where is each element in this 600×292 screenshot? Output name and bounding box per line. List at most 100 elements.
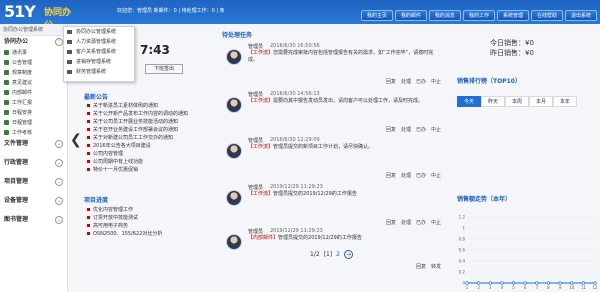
sidebar-item-reports[interactable]: 工作汇报 xyxy=(0,98,67,108)
task-tag: 【内部邮件】 xyxy=(248,235,279,241)
reply-button[interactable]: 回复 xyxy=(386,219,396,226)
list-item[interactable]: 关于对新建公司员工工作交办的通知 xyxy=(86,134,188,142)
x-tick-label: 1 xyxy=(466,285,469,290)
tab-month[interactable]: 本月 xyxy=(529,96,553,107)
next-page-icon[interactable]: → xyxy=(343,250,353,259)
menu-item-inventory[interactable]: 进销存管理系统 xyxy=(64,57,134,67)
reply-button[interactable]: 回复 xyxy=(416,263,426,270)
list-item[interactable]: 关于召开业务建设工作部署会议的通知 xyxy=(86,126,188,134)
page-current[interactable]: [1] xyxy=(324,251,333,258)
sidebar-section-admin[interactable]: 行政管理 ⌄ xyxy=(0,157,67,169)
task-body[interactable]: 【工作流】需要向其中报告发动员发出，请向客户可以处理工作，请及时完成。 xyxy=(248,98,438,105)
stop-button[interactable]: 中止 xyxy=(431,78,441,85)
task-item: 管理员 2019/12/29 11:29:23 【内部邮件】管理员提交的2019… xyxy=(226,228,441,270)
list-item[interactable]: 公司周期中有上线功能 xyxy=(86,158,188,166)
stop-button[interactable]: 中止 xyxy=(431,126,441,133)
menu-item-collab[interactable]: 协同办公管理系统 xyxy=(64,27,134,37)
menu-item-crm[interactable]: 客户关系管理系统 xyxy=(64,47,134,57)
nav-help-button[interactable]: 在线帮助 xyxy=(530,10,563,21)
sidebar-item-assessment[interactable]: 工作考核 xyxy=(0,128,67,138)
task-body[interactable]: 【内部邮件】管理员提交的2019/12/29的工作报告 xyxy=(248,235,438,242)
forward-button[interactable]: 转发 xyxy=(431,263,441,270)
list-item[interactable]: 关于公司员工开展业务技能活动的通知 xyxy=(86,118,188,126)
nav-mail-button[interactable]: 我的邮件 xyxy=(394,10,427,21)
reply-button[interactable]: 回复 xyxy=(386,172,396,179)
sidebar-item-suggestions[interactable]: 意见建议 xyxy=(0,78,67,88)
reply-button[interactable]: 回复 xyxy=(386,126,396,133)
expand-icon[interactable]: ⌄ xyxy=(55,216,63,224)
nav-work-button[interactable]: 我的工作 xyxy=(462,10,495,21)
page-link[interactable]: 2 xyxy=(336,251,340,258)
expand-icon[interactable]: ⌃ xyxy=(55,38,63,46)
list-item[interactable]: 优化内容管理工作 xyxy=(86,206,162,214)
sidebar-section-files[interactable]: 文件管理 ⌄ xyxy=(0,138,67,150)
task-tag: 【工作流】 xyxy=(248,98,274,104)
task-item: 管理员 2016/6/30 12:29:09 【工作流】管理员提交的新项目工作计… xyxy=(226,137,441,179)
done-button[interactable]: 已办 xyxy=(416,78,426,85)
avatar xyxy=(226,97,242,113)
data-point xyxy=(523,281,527,285)
done-button[interactable]: 已办 xyxy=(416,172,426,179)
list-item[interactable]: 关于新进员工素材体例的通知 xyxy=(86,102,188,110)
list-item[interactable]: 关于公开新产品发布工作内容的调动的通知 xyxy=(86,110,188,118)
process-button[interactable]: 处理 xyxy=(401,126,411,133)
list-item[interactable]: 公司内容管理 xyxy=(86,150,188,158)
menu-item-hr[interactable]: 人力资源管理系统 xyxy=(64,37,134,47)
checkout-button[interactable]: 下班签出 xyxy=(145,64,183,74)
avatar xyxy=(226,190,242,206)
list-item[interactable]: 高可用电子商务 xyxy=(86,222,162,230)
x-tick-label: 12 xyxy=(592,285,598,290)
done-button[interactable]: 已办 xyxy=(416,126,426,133)
list-item[interactable]: OSN2500、155/622对比分析 xyxy=(86,230,162,238)
task-body[interactable]: 【工作流】您需要完成审批内容包括管理报告有关的需求，如“工作完毕”，请按时完成。 xyxy=(248,50,438,64)
sidebar-item-rules[interactable]: 规章制度 xyxy=(0,68,67,78)
data-point xyxy=(593,281,597,285)
tab-yesterday[interactable]: 昨天 xyxy=(481,96,505,107)
list-item[interactable]: 订票开放中技能测试 xyxy=(86,214,162,222)
folder-icon xyxy=(4,60,9,65)
task-text: 您需要完成审批内容包括管理报告有关的需求，如“工作完毕”，请按时完成。 xyxy=(248,50,434,63)
top-nav: 我的主页 我的邮件 我的消息 我的工作 系统管理 在线帮助 退出系统 xyxy=(360,10,597,21)
item-label: 日程管理 xyxy=(12,120,33,126)
folder-icon xyxy=(4,120,9,125)
list-item[interactable]: 特价十一月优惠促销 xyxy=(86,166,188,174)
expand-icon[interactable]: ⌄ xyxy=(55,159,63,167)
folder-icon xyxy=(4,100,9,105)
task-body[interactable]: 【工作流】管理员提交的2019/12/29的工作报告 xyxy=(248,191,438,198)
process-button[interactable]: 处理 xyxy=(401,219,411,226)
sidebar-item-schedule-manage[interactable]: 日程管理 xyxy=(0,118,67,128)
sidebar-item-announcements[interactable]: 公告管理 xyxy=(0,58,67,68)
expand-icon[interactable]: ⌄ xyxy=(55,140,63,148)
sidebar-section-collab[interactable]: 协同办公 ⌃ xyxy=(0,36,67,48)
nav-logout-button[interactable]: 退出系统 xyxy=(564,10,597,21)
nav-home-button[interactable]: 我的主页 xyxy=(360,10,393,21)
sidebar-section-devices[interactable]: 设备管理 ⌄ xyxy=(0,195,67,207)
sidebar-item-schedule[interactable]: 日程安排 xyxy=(0,108,67,118)
process-button[interactable]: 处理 xyxy=(401,172,411,179)
process-button[interactable]: 处理 xyxy=(401,78,411,85)
sidebar-section-projects[interactable]: 项目管理 ⌄ xyxy=(0,176,67,188)
folder-icon xyxy=(4,130,9,135)
collapse-arrow-icon[interactable]: ❮ xyxy=(70,132,82,148)
tab-today[interactable]: 今天 xyxy=(457,96,481,107)
expand-icon[interactable]: ⌄ xyxy=(55,178,63,186)
reply-button[interactable]: 回复 xyxy=(386,78,396,85)
tab-week[interactable]: 本周 xyxy=(505,96,529,107)
task-time: 2016/6/30 12:29:09 xyxy=(270,137,320,143)
nav-system-button[interactable]: 系统管理 xyxy=(496,10,529,21)
task-body[interactable]: 【工作流】管理员提交的新项目工作计划，请尽快确认。 xyxy=(248,144,438,151)
done-button[interactable]: 已办 xyxy=(416,219,426,226)
expand-icon[interactable]: ⌄ xyxy=(55,197,63,205)
sidebar-item-contacts[interactable]: 通讯录 xyxy=(0,48,67,58)
list-item[interactable]: 2016年公告各大项目建设 xyxy=(86,142,188,150)
stop-button[interactable]: 中止 xyxy=(431,172,441,179)
sidebar-item-internal-mail[interactable]: 内部邮件 xyxy=(0,88,67,98)
sidebar-section-library[interactable]: 图书管理 ⌄ xyxy=(0,214,67,226)
sidebar-title[interactable]: 协同办公管理系统 xyxy=(0,24,67,36)
task-tag: 【工作流】 xyxy=(248,144,274,150)
menu-item-finance[interactable]: 财务管理系统 xyxy=(64,67,134,77)
stop-button[interactable]: 中止 xyxy=(431,219,441,226)
tab-year[interactable]: 本年 xyxy=(553,96,577,107)
nav-messages-button[interactable]: 我的消息 xyxy=(428,10,461,21)
sales-today: 今日销售：¥0 xyxy=(490,39,534,47)
